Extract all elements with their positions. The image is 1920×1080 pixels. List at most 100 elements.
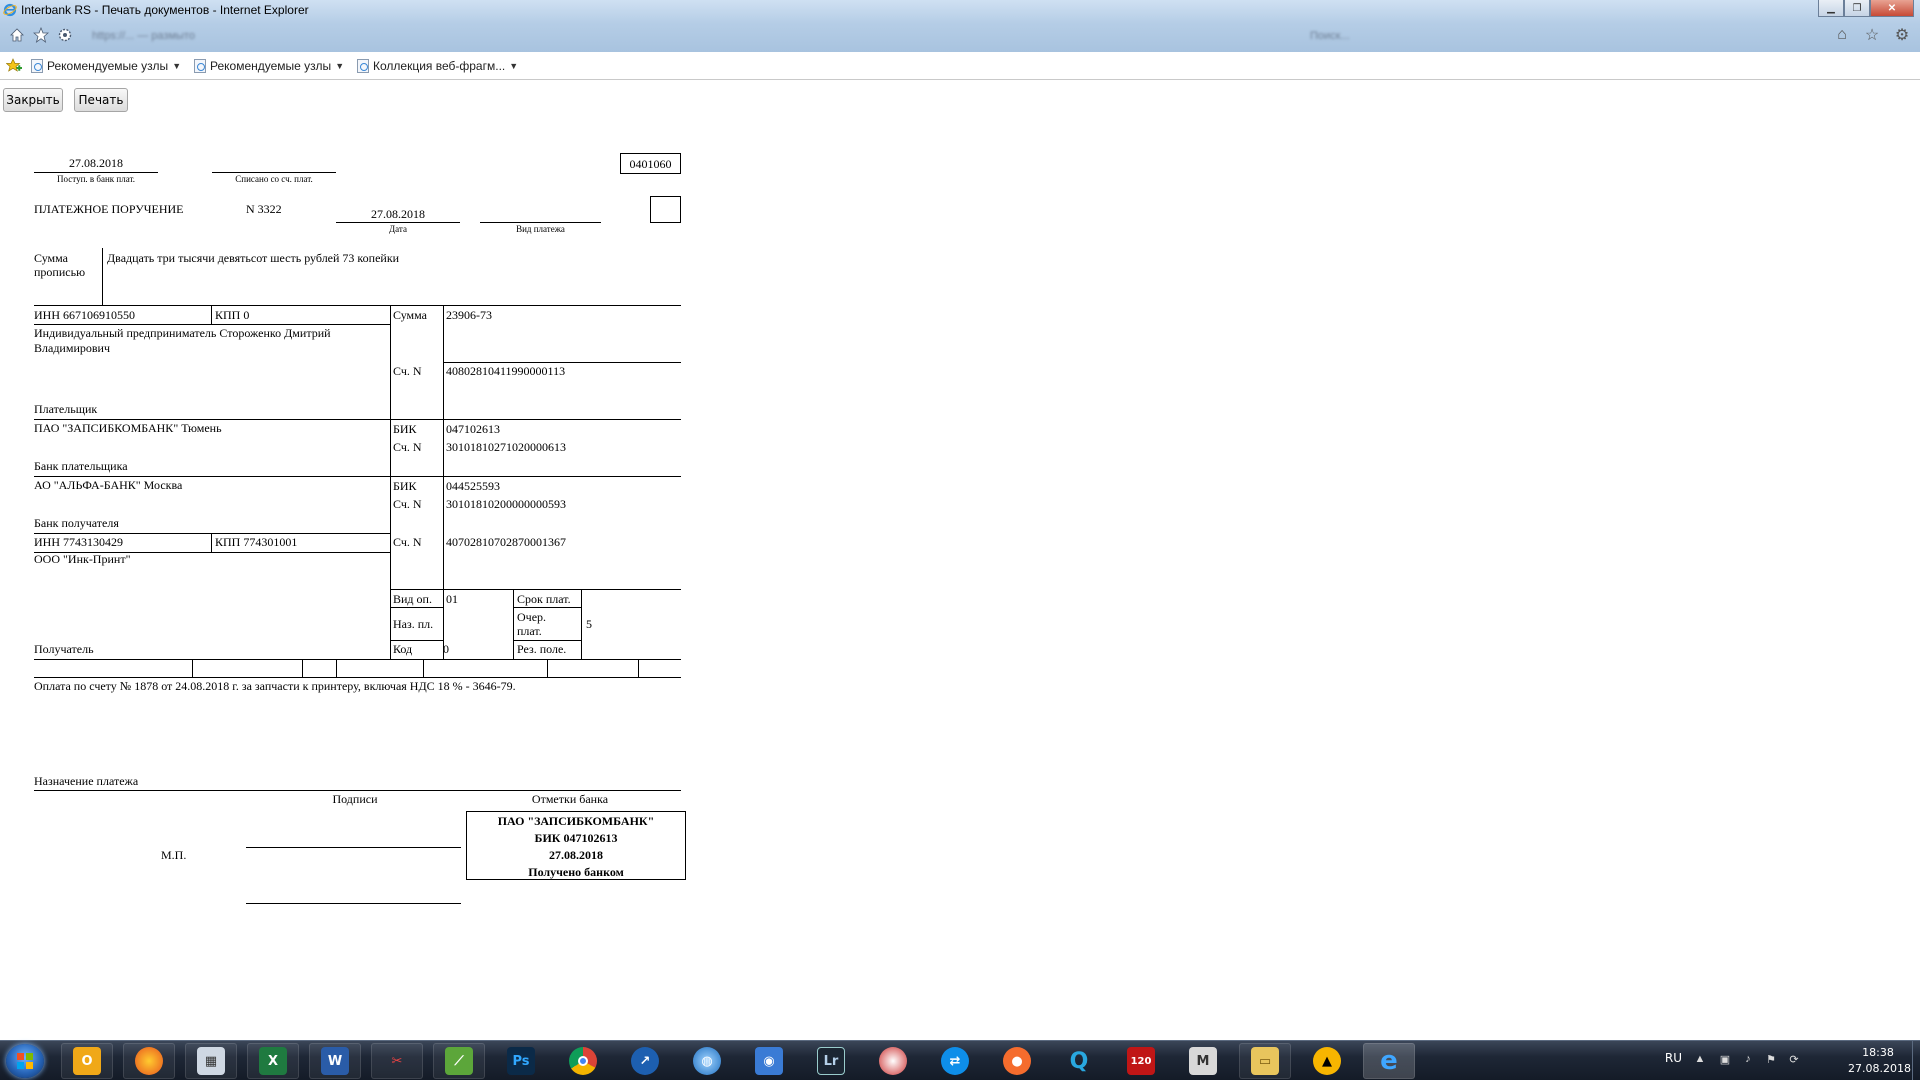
favorite-link[interactable]: Рекомендуемые узлы ▼ (31, 59, 181, 73)
favorites-star-icon[interactable] (32, 26, 50, 44)
divider (336, 222, 460, 223)
clock-time: 18:38 (1862, 1046, 1894, 1059)
taskbar-internet-explorer[interactable]: e (1363, 1043, 1415, 1079)
taskbar-snipping[interactable]: ✂ (371, 1043, 423, 1079)
divider (34, 659, 681, 660)
payer-bank-name: ПАО "ЗАПСИБКОМБАНК" Тюмень (34, 421, 222, 435)
divider (34, 172, 158, 173)
network-icon[interactable]: ▣ (1718, 1053, 1732, 1067)
divider (581, 589, 582, 659)
taskbar-calculator[interactable]: ▦ (185, 1043, 237, 1079)
sync-icon[interactable]: ⟳ (1787, 1053, 1801, 1067)
payment-purpose: Оплата по счету № 1878 от 24.08.2018 г. … (34, 679, 516, 693)
recipient-account: 40702810702870001367 (446, 535, 566, 549)
toolbar-right-icons: ⌂ ☆ ⚙ (1834, 26, 1910, 44)
chevron-down-icon[interactable]: ▼ (509, 61, 518, 71)
favorite-link[interactable]: Коллекция веб-фрагм... ▼ (357, 59, 518, 73)
home-icon[interactable] (8, 26, 26, 44)
show-hidden-icons-icon[interactable]: ▲ (1693, 1053, 1707, 1067)
taskbar-lightroom[interactable]: Lr (805, 1043, 857, 1079)
divider (513, 589, 514, 659)
divider (547, 659, 548, 677)
taskbar-quik[interactable]: Q (1053, 1043, 1105, 1079)
recipient-bank-caption: Банк получателя (34, 516, 119, 530)
debited-caption: Списано со сч. плат. (235, 174, 313, 184)
language-indicator[interactable]: RU (1665, 1051, 1682, 1065)
close-button[interactable]: Закрыть (3, 88, 63, 112)
mega-icon: M (1189, 1047, 1217, 1075)
divider (212, 172, 336, 173)
window-title: Interbank RS - Печать документов - Inter… (21, 3, 309, 17)
signature-line (246, 903, 461, 904)
print-button[interactable]: Печать (74, 88, 128, 112)
address-bar[interactable]: https://... — размыто (92, 30, 1072, 44)
close-window-button[interactable]: ✕ (1870, 0, 1914, 17)
flag-icon[interactable]: ⚑ (1764, 1053, 1778, 1067)
window-titlebar: Interbank RS - Печать документов - Inter… (0, 0, 1920, 52)
arrow-app-icon: ↗ (631, 1047, 659, 1075)
disc-120-icon: 120 (1127, 1047, 1155, 1075)
taskbar-camera[interactable]: ◉ (743, 1043, 795, 1079)
received-date: 27.08.2018 (69, 156, 123, 170)
chrome-icon (569, 1047, 597, 1075)
divider (34, 324, 390, 325)
window-controls: ▁ ❐ ✕ (1818, 0, 1914, 18)
volume-icon[interactable]: ♪ (1741, 1053, 1755, 1067)
taskbar-outlook[interactable]: O (61, 1043, 113, 1079)
minimize-button[interactable]: ▁ (1818, 0, 1844, 17)
divider (390, 589, 681, 590)
taskbar-picasa[interactable]: ⟋ (433, 1043, 485, 1079)
internet-explorer-icon (3, 3, 17, 17)
maximize-button[interactable]: ❐ (1844, 0, 1870, 17)
taskbar-arrow-app[interactable]: ↗ (619, 1043, 671, 1079)
taskbar-chrome[interactable] (557, 1043, 609, 1079)
lightroom-icon: Lr (817, 1047, 845, 1075)
favorite-label: Коллекция веб-фрагм... (373, 59, 506, 73)
taskbar-network[interactable]: ◍ (681, 1043, 733, 1079)
outlook-icon: O (73, 1047, 101, 1075)
recipient-bank-name: АО "АЛЬФА-БАНК" Москва (34, 478, 183, 492)
star-icon[interactable]: ☆ (1864, 27, 1880, 44)
taskbar-avast[interactable]: ▲ (1301, 1043, 1353, 1079)
divider (34, 476, 681, 477)
taskbar-excel[interactable]: X (247, 1043, 299, 1079)
taskbar-firefox[interactable] (123, 1043, 175, 1079)
chevron-down-icon[interactable]: ▼ (335, 61, 344, 71)
taskbar-origin[interactable]: ● (991, 1043, 1043, 1079)
divider (443, 305, 444, 659)
payer-name-line2: Владимирович (34, 341, 110, 355)
taskbar-explorer[interactable]: ▭ (1239, 1043, 1291, 1079)
recipient-inn: ИНН 7743130429 (34, 535, 123, 549)
vid-op-value: 01 (446, 592, 458, 606)
chevron-down-icon[interactable]: ▼ (172, 61, 181, 71)
stamp-status: Получено банком (528, 865, 624, 879)
recipient-corr-label: Сч. N (393, 497, 422, 511)
divider (638, 659, 639, 677)
start-button[interactable] (6, 1044, 44, 1078)
picasa-icon: ⟋ (445, 1047, 473, 1075)
taskbar-browser[interactable] (867, 1043, 919, 1079)
taskbar-mega[interactable]: M (1177, 1043, 1229, 1079)
gear-icon[interactable] (56, 26, 74, 44)
amount-label: Сумма (393, 308, 427, 322)
payer-corr-label: Сч. N (393, 440, 422, 454)
purpose-caption: Назначение платежа (34, 774, 139, 788)
divider (302, 659, 303, 677)
divider (423, 659, 424, 677)
amount-words-label: Сумма прописью (34, 251, 86, 279)
search-box[interactable]: Поиск... (1310, 30, 1350, 42)
add-favorites-icon[interactable] (6, 58, 22, 74)
taskbar-photoshop[interactable]: Ps (495, 1043, 547, 1079)
favorite-link[interactable]: Рекомендуемые узлы ▼ (194, 59, 344, 73)
show-desktop-button[interactable] (1912, 1041, 1920, 1080)
taskbar-teamviewer[interactable]: ⇄ (929, 1043, 981, 1079)
payer-bank-caption: Банк плательщика (34, 459, 128, 473)
divider (34, 305, 681, 306)
settings-icon[interactable]: ⚙ (1894, 27, 1910, 44)
excel-icon: X (259, 1047, 287, 1075)
internet-explorer-icon: e (1380, 1046, 1398, 1076)
home-icon[interactable]: ⌂ (1834, 26, 1850, 43)
clock[interactable]: 18:38 27.08.2018 (1848, 1045, 1911, 1077)
taskbar-word[interactable]: W (309, 1043, 361, 1079)
taskbar-120[interactable]: 120 (1115, 1043, 1167, 1079)
